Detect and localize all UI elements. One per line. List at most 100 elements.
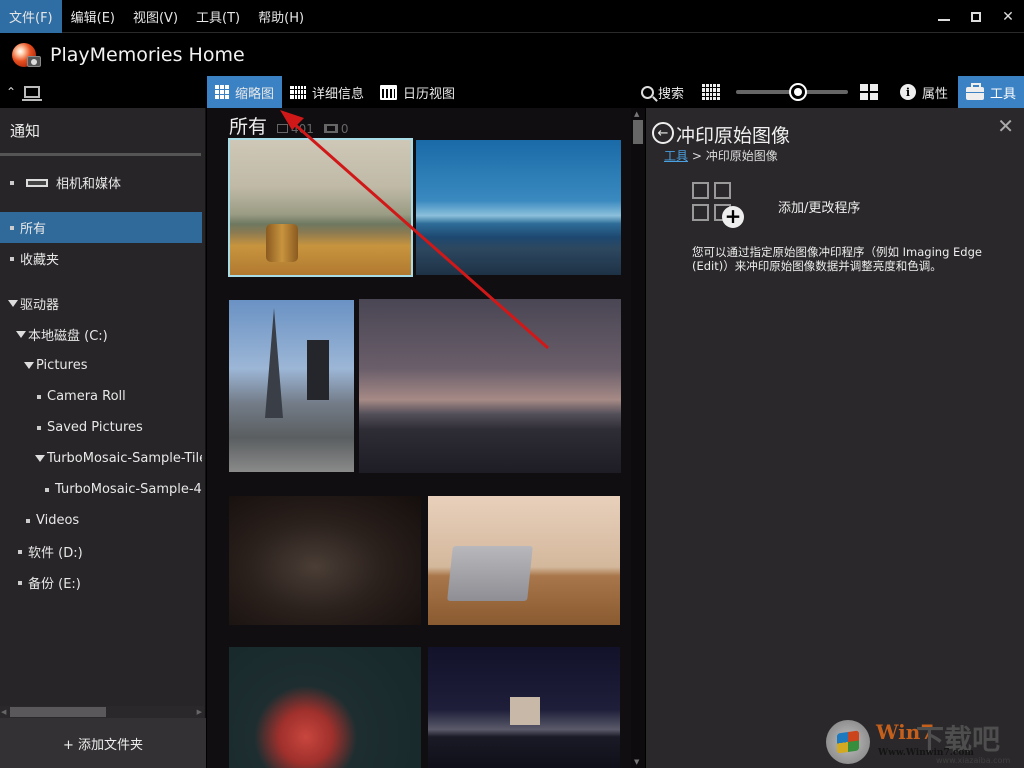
tree-item-label: 本地磁盘 (C:): [28, 329, 108, 344]
add-program-icon[interactable]: +: [692, 182, 746, 228]
collapse-icon[interactable]: ⌃: [6, 85, 16, 99]
maximize-button[interactable]: [960, 0, 992, 33]
bullet-icon: [37, 394, 41, 399]
tree-item-pictures[interactable]: Pictures: [0, 350, 202, 381]
tree-item-drive-d[interactable]: 软件 (D:): [0, 536, 202, 567]
sidebar-item-all[interactable]: 所有: [0, 212, 202, 243]
tree-item-label: Pictures: [36, 358, 88, 373]
tower-shape: [265, 308, 283, 418]
search-button[interactable]: 搜索: [640, 83, 684, 102]
app-header: PlayMemories Home: [0, 34, 1024, 76]
tree-item-local-disk-c[interactable]: 本地磁盘 (C:): [0, 319, 202, 350]
close-button[interactable]: ✕: [992, 0, 1024, 33]
sidebar-item-label: 所有: [20, 222, 47, 237]
thumbnail-red-umbrella-night[interactable]: [229, 647, 421, 768]
toolbar: ⌃ 缩略图 详细信息 日历视图 搜索 i 属性 工具: [0, 76, 1024, 108]
scrollbar-thumb[interactable]: [10, 707, 106, 717]
thumbnail-boathouse-night[interactable]: [428, 647, 620, 768]
notifications-header[interactable]: 通知: [0, 108, 201, 156]
thumbnail-city-street-tower[interactable]: [229, 300, 354, 472]
menu-view[interactable]: 视图(V): [124, 0, 187, 33]
menu-bar: 文件(F) 编辑(E) 视图(V) 工具(T) 帮助(H) ✕: [0, 0, 1024, 33]
breadcrumb-current: 冲印原始图像: [705, 149, 778, 163]
bullet-icon: [18, 549, 22, 554]
playmemories-logo-icon: [12, 39, 44, 71]
calendar-icon: [380, 84, 398, 100]
tree-item-saved-pictures[interactable]: Saved Pictures: [0, 412, 202, 443]
tree-item-turbomosaic-tiles[interactable]: TurboMosaic-Sample-Tiles: [0, 443, 202, 474]
search-label: 搜索: [657, 86, 684, 102]
gallery-vertical-scrollbar[interactable]: ▲ ▼: [631, 108, 645, 768]
tools-panel: ← 冲印原始图像 ✕ 工具 > 冲印原始图像 + 添加/更改程序 您可以通过指定…: [646, 108, 1024, 768]
grid-square: [714, 182, 731, 199]
tree-item-camera-roll[interactable]: Camera Roll: [0, 381, 202, 412]
tab-calendar[interactable]: 日历视图: [372, 76, 463, 108]
toolbox-icon: [965, 82, 984, 100]
menu-file[interactable]: 文件(F): [0, 0, 62, 33]
thumbnail-beach-shore[interactable]: [416, 140, 621, 275]
tree-item-videos[interactable]: Videos: [0, 505, 202, 536]
panel-close-button[interactable]: ✕: [997, 114, 1014, 138]
watermark-url2: www.xiazaiba.com: [936, 756, 1011, 765]
properties-button[interactable]: i 属性: [899, 83, 948, 102]
tab-details[interactable]: 详细信息: [282, 76, 372, 108]
thumbnail-hay-bale-field[interactable]: [228, 138, 413, 277]
minimize-button[interactable]: [928, 0, 960, 33]
thumbnail-laptop-desk[interactable]: [428, 496, 620, 625]
computer-icon[interactable]: [22, 86, 43, 101]
sidebar-item-favorites[interactable]: 收藏夹: [0, 243, 202, 274]
sidebar-horizontal-scrollbar[interactable]: ◀ ▶: [0, 706, 204, 718]
thumbnail-bridge-dusk[interactable]: [359, 299, 621, 473]
sidebar-item-camera-media[interactable]: 相机和媒体: [0, 167, 202, 198]
gallery-header: 所有 401 0: [229, 112, 349, 139]
bullet-icon: [10, 180, 14, 185]
tools-label: 工具: [989, 86, 1016, 102]
add-change-program-link[interactable]: 添加/更改程序: [778, 197, 860, 216]
hay-bale: [266, 224, 298, 262]
video-count: 0: [323, 122, 349, 136]
gallery-title: 所有: [229, 116, 268, 138]
tree-item-label: Videos: [36, 513, 80, 528]
tree-item-drive-e[interactable]: 备份 (E:): [0, 567, 202, 598]
scroll-left-icon[interactable]: ◀: [1, 708, 6, 716]
thumbnail-size-slider[interactable]: [735, 82, 848, 102]
window-controls: ✕: [928, 0, 1024, 33]
laptop-shape: [447, 546, 533, 601]
tools-button[interactable]: 工具: [957, 76, 1024, 108]
sidebar-drives-header[interactable]: 驱动器: [0, 288, 202, 319]
scrollbar-thumb[interactable]: [633, 120, 643, 144]
minimize-icon: [938, 18, 950, 21]
tab-calendar-label: 日历视图: [403, 86, 456, 102]
sidebar: 通知 相机和媒体 所有 收藏夹 驱动器 本地磁盘 (C:) Pictures C…: [0, 108, 206, 768]
menu-edit[interactable]: 编辑(E): [62, 0, 124, 33]
tree-item-turbomosaic-40[interactable]: TurboMosaic-Sample-40: [0, 474, 202, 505]
back-button[interactable]: ←: [652, 122, 674, 144]
thumbnail-vintage-projector[interactable]: [229, 496, 421, 625]
tree-item-label: TurboMosaic-Sample-Tiles: [47, 451, 202, 466]
sidebar-item-label: 收藏夹: [20, 253, 60, 268]
breadcrumb-tools-link[interactable]: 工具: [664, 149, 688, 163]
large-thumbnails-icon[interactable]: [859, 84, 878, 100]
scroll-up-icon[interactable]: ▲: [634, 110, 639, 118]
bullet-icon: [18, 580, 22, 585]
tab-thumbnails[interactable]: 缩略图: [207, 76, 283, 108]
grid-square: [692, 182, 709, 199]
expand-triangle-icon: [16, 331, 26, 338]
back-arrow-icon: ←: [657, 125, 669, 141]
menu-help[interactable]: 帮助(H): [249, 0, 313, 33]
scroll-right-icon[interactable]: ▶: [197, 708, 202, 716]
tree-item-label: 备份 (E:): [28, 577, 81, 592]
scroll-down-icon[interactable]: ▼: [634, 758, 639, 766]
add-folder-button[interactable]: + 添加文件夹: [0, 718, 206, 768]
menu-tools[interactable]: 工具(T): [187, 0, 249, 33]
sidebar-controls: ⌃: [6, 76, 43, 108]
sidebar-item-label: 驱动器: [20, 298, 60, 313]
small-thumbnails-icon[interactable]: [701, 84, 720, 100]
close-icon: ✕: [1002, 8, 1014, 25]
camera-icon: [27, 56, 41, 67]
slider-handle[interactable]: [788, 83, 807, 101]
bullet-icon: [26, 518, 30, 523]
search-icon: [640, 85, 654, 99]
